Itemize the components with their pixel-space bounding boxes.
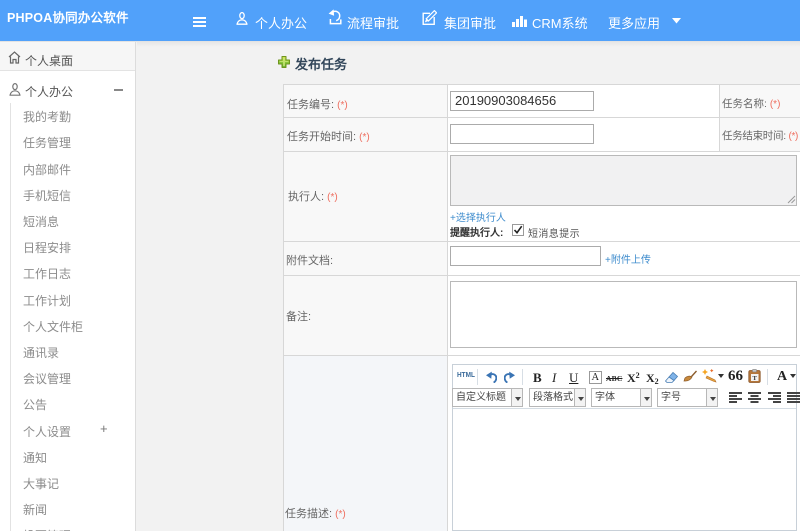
svg-text:T: T xyxy=(753,375,758,382)
